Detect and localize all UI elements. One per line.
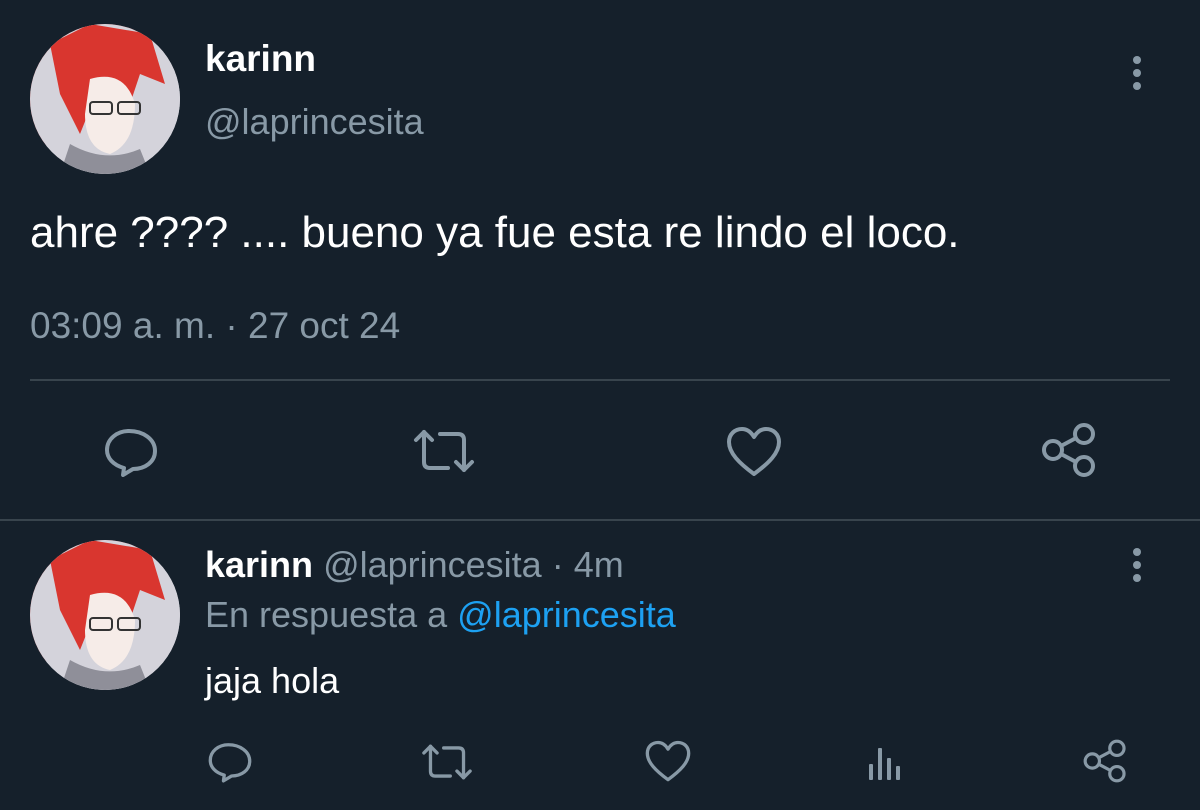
retweet-icon[interactable] <box>412 428 476 474</box>
reply-author-handle[interactable]: @laprincesita <box>323 544 542 585</box>
reply-reply-icon[interactable] <box>207 741 253 783</box>
analytics-icon[interactable] <box>866 742 906 782</box>
share-icon[interactable] <box>1040 422 1098 478</box>
reply-share-icon[interactable] <box>1082 738 1128 784</box>
author-avatar[interactable] <box>30 24 180 174</box>
divider <box>30 379 1170 381</box>
reply-context: En respuesta a @laprincesita <box>205 594 676 636</box>
reply-author-name[interactable]: karinn <box>205 544 313 585</box>
reply-age[interactable]: · 4m <box>552 544 624 585</box>
author-handle[interactable]: @laprincesita <box>205 101 424 143</box>
more-options-icon[interactable] <box>1128 54 1146 94</box>
tweet-text: ahre ???? .... bueno ya fue esta re lind… <box>30 208 960 257</box>
reply-retweet-icon[interactable] <box>420 743 474 781</box>
reply-more-options-icon[interactable] <box>1128 546 1146 586</box>
reply-like-icon[interactable] <box>644 740 692 783</box>
reply-header: karinn @laprincesita · 4m <box>205 544 624 586</box>
author-name[interactable]: karinn <box>205 38 316 80</box>
reply-text: jaja hola <box>205 660 340 701</box>
reply-icon[interactable] <box>103 427 159 477</box>
tweet-timestamp[interactable]: 03:09 a. m. · 27 oct 24 <box>30 305 400 347</box>
section-divider <box>0 519 1200 521</box>
reply-author-avatar[interactable] <box>30 540 180 690</box>
reply-to-link[interactable]: @laprincesita <box>457 594 676 635</box>
like-icon[interactable] <box>725 426 783 478</box>
reply-prefix: En respuesta a <box>205 594 448 635</box>
